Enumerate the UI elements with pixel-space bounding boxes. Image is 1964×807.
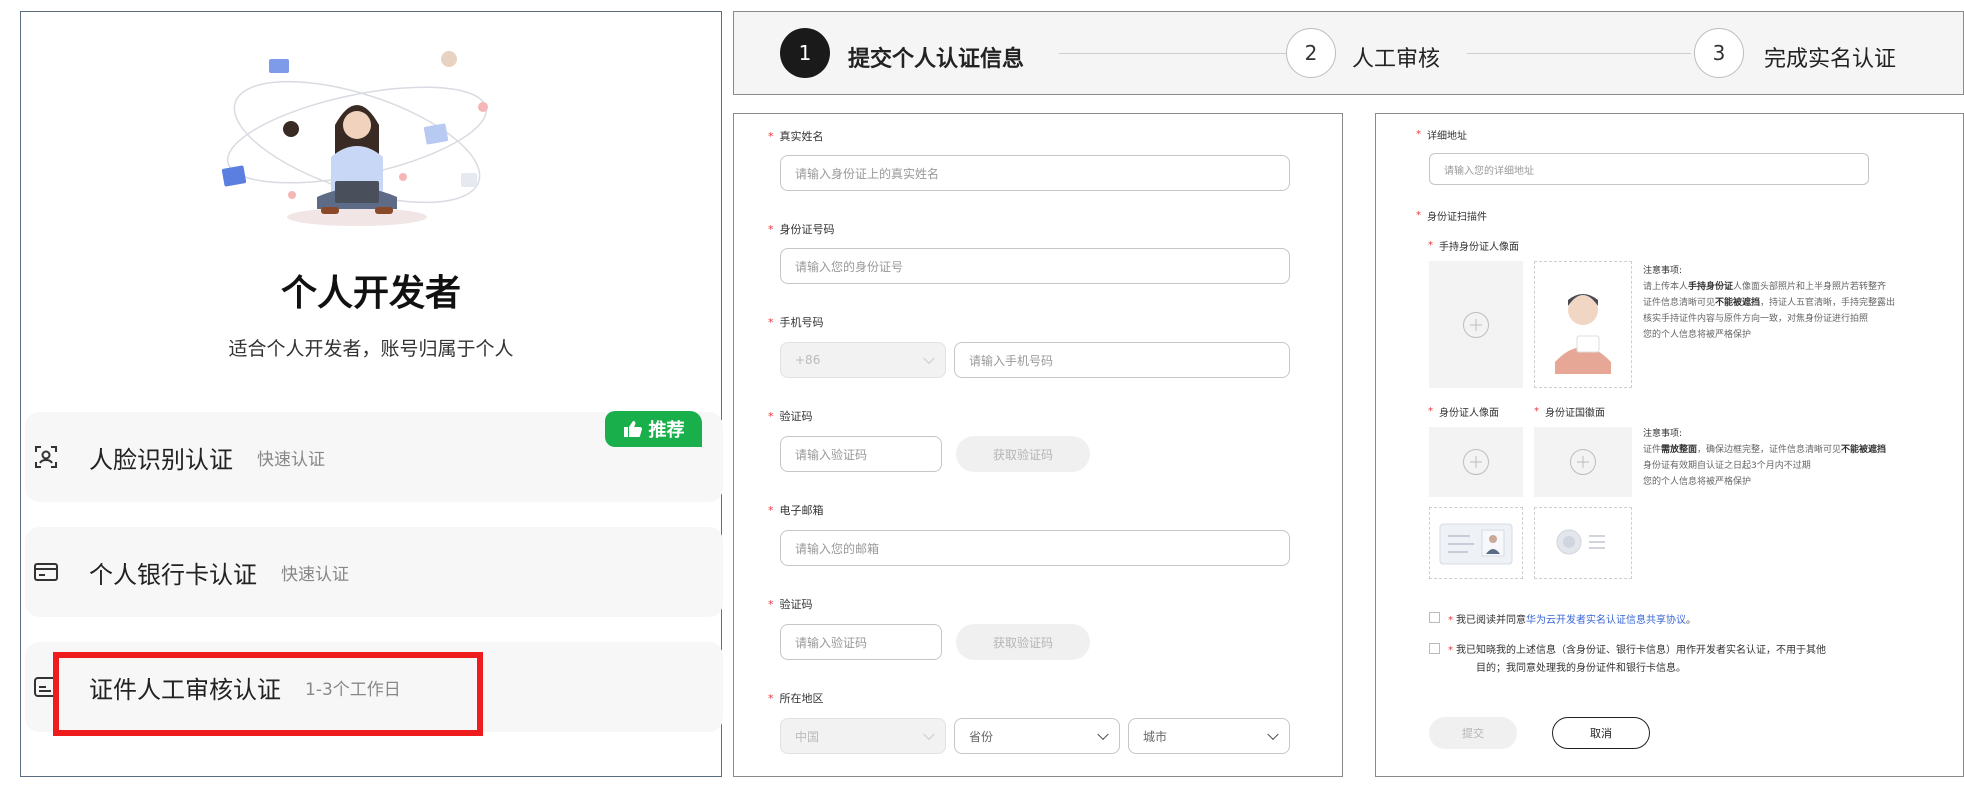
bank-card-icon [34, 563, 58, 581]
code-label: * 验证码 [768, 409, 813, 424]
country-select: 中国 [780, 718, 946, 754]
phone-prefix-select: +86 [780, 342, 946, 378]
handheld-notes: 注意事项: 请上传本人手持身份证人像面头部照片和上半身照片若转整齐 证件信息清晰… [1643, 263, 1953, 343]
step-1-label: 提交个人认证信息 [848, 47, 1025, 72]
agree-protocol-checkbox[interactable] [1429, 612, 1440, 623]
email-code-placeholder: 请输入验证码 [795, 635, 868, 650]
agree-info-usage-text: * 我已知晓我的上述信息（含身份证、银行卡信息）用作开发者实名认证，不用于其他 目… [1448, 645, 1826, 674]
chevron-down-icon [1267, 728, 1279, 741]
id-card-notes: 注意事项: 证件需放整面，确保边框完整，证件信息清晰可见不能被遮挡 身份证有效期… [1643, 426, 1953, 490]
handheld-notes-line4: 您的个人信息将被严格保护 [1643, 330, 1752, 340]
id-back-label: * 身份证国徽面 [1534, 406, 1605, 419]
handheld-label: * 手持身份证人像面 [1428, 240, 1519, 253]
region-label: * 所在地区 [768, 691, 824, 706]
phone-prefix-value: +86 [795, 353, 821, 367]
handheld-upload[interactable] [1429, 261, 1523, 388]
get-code-button[interactable]: 获取验证码 [956, 436, 1090, 472]
developer-illustration [221, 51, 488, 226]
phone-placeholder: 请输入手机号码 [969, 353, 1054, 368]
id-upload-form: * 详细地址 请输入您的详细地址 * 身份证扫描件 * 手持身份证人像面 注意事项: … [1375, 113, 1964, 777]
face-recognition-subtitle: 快速认证 [257, 449, 325, 470]
agree-protocol-text: * 我已阅读并同意华为云开发者实名认证信息共享协议。 [1448, 615, 1696, 626]
id-scan-label: * 身份证扫描件 [1416, 210, 1487, 223]
handheld-notes-title: 注意事项: [1643, 266, 1683, 276]
step-2-label: 人工审核 [1352, 47, 1441, 72]
id-number-input[interactable]: 请输入您的身份证号 [780, 248, 1290, 284]
id-front-sample-icon [1439, 523, 1513, 565]
address-label: * 详细地址 [1416, 129, 1467, 142]
plus-icon [1463, 311, 1489, 338]
developer-type-panel: 个人开发者 适合个人开发者，账号归属于个人 人脸识别认证 快速认证 推荐 个人银… [20, 11, 723, 777]
step-connector-2 [1467, 53, 1691, 54]
step-2-number: 2 [1304, 41, 1318, 65]
developer-type-title: 个人开发者 [280, 273, 461, 314]
id-card-notes-line1: 证件需放整面，确保边框完整，证件信息清晰可见不能被遮挡 [1643, 445, 1887, 455]
recommend-badge-label: 推荐 [648, 420, 685, 441]
submit-button[interactable]: 提交 [1429, 717, 1517, 749]
email-code-input[interactable]: 请输入验证码 [780, 624, 942, 660]
handheld-notes-line3: 核实手持证件内容与原件方向一致，对焦身份证进行拍照 [1643, 314, 1869, 324]
email-code-label: * 验证码 [768, 597, 813, 612]
chevron-down-icon [923, 728, 935, 741]
cancel-button[interactable]: 取消 [1552, 717, 1650, 749]
province-value: 省份 [969, 729, 994, 744]
name-label: * 真实姓名 [768, 129, 824, 144]
id-card-notes-line2: 身份证有效期自认证之日起3个月内不过期 [1643, 461, 1811, 471]
email-input[interactable]: 请输入您的邮箱 [780, 530, 1290, 566]
address-placeholder: 请输入您的详细地址 [1444, 165, 1534, 177]
id-front-sample [1429, 507, 1523, 579]
id-card-notes-title: 注意事项: [1643, 429, 1683, 439]
face-scan-icon [35, 446, 57, 468]
thumbs-up-icon [623, 421, 642, 437]
chevron-down-icon [923, 352, 935, 365]
id-front-upload[interactable] [1429, 427, 1523, 497]
plus-icon [1570, 449, 1596, 475]
protocol-link[interactable]: 华为云开发者实名认证信息共享协议 [1526, 615, 1686, 626]
id-card-notes-line3: 您的个人信息将被严格保护 [1643, 477, 1752, 487]
plus-icon [1463, 449, 1489, 475]
id-number-label: * 身份证号码 [768, 222, 835, 237]
handheld-sample [1534, 261, 1632, 388]
step-2-circle: 2 [1286, 28, 1336, 78]
step-connector-1 [1059, 53, 1289, 54]
steps-bar: 1 提交个人认证信息 2 人工审核 3 完成实名认证 [733, 11, 1964, 95]
highlight-box [53, 652, 483, 736]
name-input[interactable]: 请输入身份证上的真实姓名 [780, 155, 1290, 191]
chevron-down-icon [1097, 728, 1109, 741]
code-placeholder: 请输入验证码 [795, 447, 868, 462]
personal-info-form: * 真实姓名 请输入身份证上的真实姓名 * 身份证号码 请输入您的身份证号 * 手机号… [733, 113, 1343, 777]
handheld-notes-line2: 证件信息清晰可见不能被遮挡，持证人五官清晰，手持完整露出 [1643, 298, 1896, 308]
province-select[interactable]: 省份 [954, 718, 1120, 754]
id-back-upload[interactable] [1534, 427, 1632, 497]
city-value: 城市 [1143, 729, 1168, 744]
id-front-label: * 身份证人像面 [1428, 406, 1499, 419]
bank-card-title: 个人银行卡认证 [89, 560, 257, 589]
email-placeholder: 请输入您的邮箱 [795, 541, 880, 556]
email-label: * 电子邮箱 [768, 503, 824, 518]
face-recognition-title: 人脸识别认证 [89, 445, 233, 474]
developer-type-subtitle: 适合个人开发者，账号归属于个人 [228, 338, 514, 360]
agree-info-usage-checkbox[interactable] [1429, 643, 1440, 654]
get-email-code-button[interactable]: 获取验证码 [956, 624, 1090, 660]
phone-label: * 手机号码 [768, 315, 824, 330]
handheld-notes-line1: 请上传本人手持身份证人像面头部照片和上半身照片若转整齐 [1643, 282, 1887, 292]
country-value: 中国 [795, 729, 820, 744]
step-3-circle: 3 [1694, 28, 1744, 78]
city-select[interactable]: 城市 [1128, 718, 1290, 754]
step-1-number: 1 [798, 41, 812, 65]
step-3-label: 完成实名认证 [1764, 47, 1897, 72]
step-1-circle: 1 [780, 28, 830, 78]
handheld-sample-person-icon [1555, 294, 1611, 374]
step-3-number: 3 [1712, 41, 1726, 65]
code-input[interactable]: 请输入验证码 [780, 436, 942, 472]
bank-card-option[interactable]: 个人银行卡认证 快速认证 [25, 527, 723, 617]
id-back-sample [1534, 507, 1632, 579]
phone-input[interactable]: 请输入手机号码 [954, 342, 1290, 378]
bank-card-subtitle: 快速认证 [281, 564, 349, 585]
name-placeholder: 请输入身份证上的真实姓名 [795, 166, 940, 181]
address-input[interactable]: 请输入您的详细地址 [1429, 153, 1869, 185]
id-number-placeholder: 请输入您的身份证号 [795, 259, 904, 274]
recommend-badge: 推荐 [605, 411, 702, 447]
national-emblem-icon [1556, 529, 1605, 555]
